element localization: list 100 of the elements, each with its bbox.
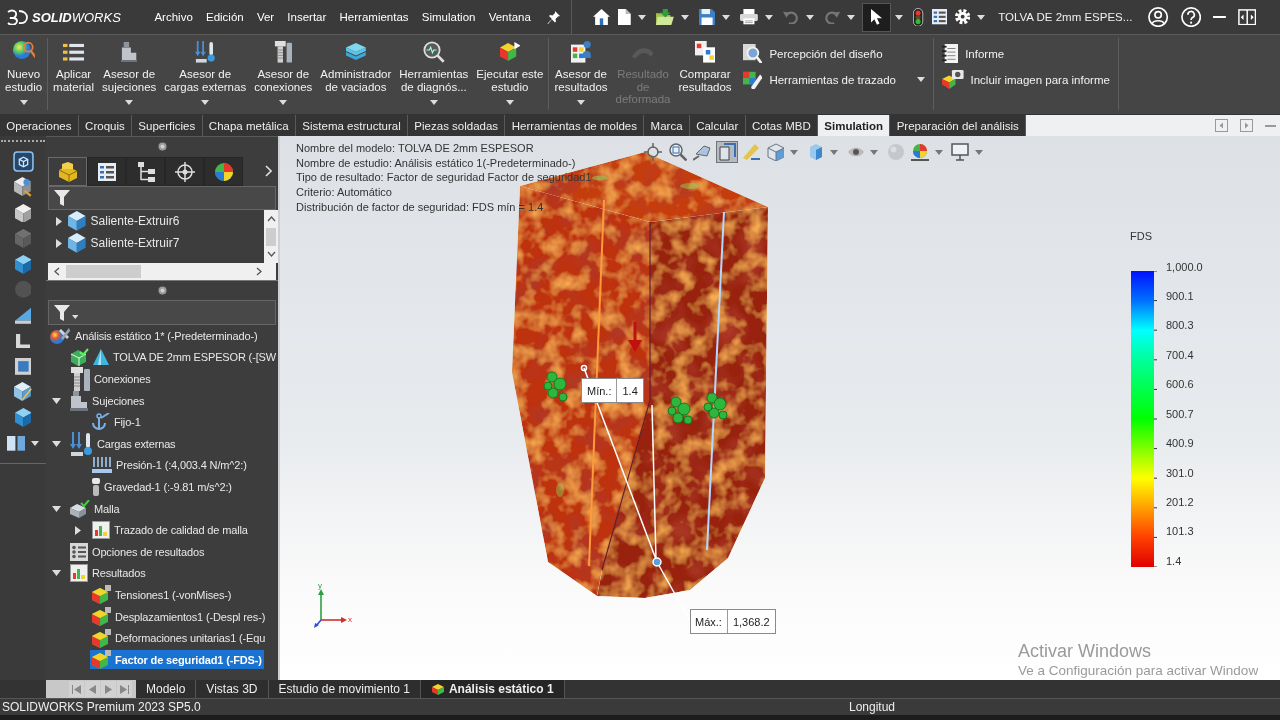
view-tool-button[interactable] [740, 141, 762, 163]
tree-item[interactable]: Fijo-1 [90, 412, 143, 432]
filter-field[interactable] [48, 186, 276, 210]
collapse-arrow-icon[interactable] [51, 440, 61, 447]
ribbon-button[interactable]: Herramientas de trazado [740, 67, 927, 92]
menu-item[interactable]: Edición [199, 5, 251, 29]
menu-item[interactable]: Herramientas [332, 5, 416, 29]
splitter-grip-icon[interactable] [157, 142, 167, 151]
tree-item[interactable]: Tensiones1 (-vonMises-) [90, 585, 234, 605]
view-tool-button[interactable] [715, 141, 738, 163]
document-tab[interactable]: Modelo [136, 680, 197, 698]
collapse-arrow-icon[interactable] [51, 505, 61, 512]
caret-icon[interactable] [638, 14, 647, 20]
document-tab[interactable]: Análisis estático 1 [420, 680, 565, 698]
tree-item[interactable]: Cargas externas [68, 434, 178, 454]
tree-item[interactable]: Sujeciones [68, 391, 147, 411]
tree-item[interactable]: TOLVA DE 2mm ESPESOR (-[SW [68, 347, 278, 367]
horizontal-scrollbar[interactable] [48, 263, 276, 280]
command-tab[interactable]: Preparación del análisis [890, 115, 1027, 136]
caret-icon[interactable] [681, 14, 690, 20]
view-tool-button[interactable] [949, 141, 971, 163]
caret-icon[interactable] [31, 440, 40, 446]
caret-icon[interactable] [765, 14, 774, 20]
command-tab[interactable]: Superficies [132, 115, 203, 136]
view-tool-button[interactable] [764, 141, 787, 163]
panel-tab[interactable] [126, 157, 165, 186]
scroll-left-icon[interactable] [54, 267, 60, 276]
caret-icon[interactable] [125, 100, 134, 105]
splitter-grip-icon[interactable] [157, 286, 167, 295]
expand-arrow-icon[interactable] [56, 216, 62, 226]
command-tab[interactable]: Piezas soldadas [408, 115, 506, 136]
filter-field[interactable] [48, 300, 276, 325]
ribbon-button[interactable]: Informe [939, 41, 1112, 66]
scroll-right-icon[interactable] [256, 267, 262, 276]
view-tool-button[interactable] [642, 141, 664, 163]
ribbon-button[interactable]: Percepción del diseño [740, 41, 927, 66]
caret-icon[interactable] [201, 100, 210, 105]
caret-icon[interactable] [916, 77, 925, 82]
command-tab[interactable]: Calcular [689, 115, 746, 136]
command-tab[interactable]: Croquis [78, 115, 133, 136]
caret-icon[interactable] [977, 14, 986, 20]
command-tab[interactable]: Cotas MBD [745, 115, 818, 136]
tree-item[interactable]: Trazado de calidad de malla [90, 520, 250, 540]
expand-arrow-icon[interactable] [56, 238, 62, 248]
command-tab[interactable]: Herramientas de moldes [505, 115, 645, 136]
expand-arrow-icon[interactable] [75, 525, 81, 535]
ribbon-button[interactable]: Administrador de vaciados [317, 38, 395, 111]
tree-item[interactable]: Saliente-Extruir7 [66, 233, 182, 253]
menu-item[interactable]: Archivo [147, 5, 200, 29]
menu-item[interactable]: Ver [250, 5, 281, 29]
scroll-down-icon[interactable] [266, 251, 276, 257]
document-tab[interactable]: Vistas 3D [196, 680, 269, 698]
tree-item[interactable]: Deformaciones unitarias1 (-Equ [90, 628, 268, 648]
ribbon-button[interactable]: Incluir imagen para informe [939, 67, 1112, 92]
ribbon-button[interactable]: Asesor de conexiones [251, 38, 316, 111]
panel-tab[interactable] [48, 157, 87, 186]
caret-icon[interactable] [19, 100, 28, 105]
vertical-scrollbar[interactable] [264, 210, 278, 263]
ribbon-button[interactable]: Asesor de cargas externas [161, 38, 250, 111]
account-button[interactable] [1148, 6, 1169, 28]
tree-item[interactable]: Desplazamientos1 (-Despl res-) [90, 607, 268, 626]
tree-item[interactable]: Opciones de resultados [68, 542, 207, 562]
collapse-arrow-icon[interactable] [51, 570, 61, 577]
tree-item[interactable]: Presión-1 (:4,003.4 N/m^2:) [90, 455, 249, 475]
command-tab[interactable]: Operaciones [0, 115, 79, 136]
caret-icon[interactable] [279, 100, 288, 105]
tree-item[interactable]: Saliente-Extruir6 [66, 211, 182, 231]
caret-icon[interactable] [722, 14, 731, 20]
panel-tab[interactable] [204, 157, 243, 186]
command-tab[interactable]: Simulation [818, 115, 891, 136]
ribbon-button[interactable]: Asesor de sujeciones [99, 38, 160, 111]
caret-icon[interactable] [577, 100, 585, 105]
caret-icon[interactable] [895, 14, 904, 20]
menu-item[interactable]: Insertar [280, 5, 333, 29]
tree-item[interactable]: Gravedad-1 (:-9.81 m/s^2:) [90, 477, 234, 497]
tree-item[interactable]: Conexiones [68, 369, 153, 389]
ribbon-button[interactable]: Asesor de resultados [551, 38, 611, 111]
ribbon-button[interactable]: Comparar resultados [675, 38, 735, 111]
view-tool-button[interactable] [666, 141, 689, 163]
caret-icon[interactable] [505, 100, 514, 105]
select-button[interactable] [862, 2, 892, 32]
restore-button[interactable] [1237, 8, 1257, 26]
command-tab[interactable]: Sistema estructural [296, 115, 409, 136]
ribbon-button[interactable]: Ejecutar este estudio [473, 38, 547, 111]
ribbon-button[interactable]: Aplicar material [50, 38, 97, 111]
menu-item[interactable]: Simulation [415, 5, 483, 29]
panel-tab[interactable] [165, 157, 204, 186]
view-tool-button[interactable] [909, 141, 931, 163]
chevron-right-icon[interactable] [265, 165, 272, 177]
help-button[interactable] [1180, 6, 1201, 28]
ribbon-button[interactable]: Nuevo estudio [2, 38, 46, 111]
tree-item[interactable]: Resultados [68, 563, 148, 583]
command-tab[interactable]: Marca [644, 115, 690, 136]
tree-item[interactable]: Malla [68, 499, 122, 519]
scroll-up-icon[interactable] [266, 216, 276, 222]
collapse-arrow-icon[interactable] [51, 397, 61, 404]
tree-item[interactable]: Factor de seguridad1 (-FDS-) [90, 650, 264, 670]
caret-icon[interactable] [72, 314, 79, 319]
panel-tab[interactable] [87, 157, 126, 186]
tree-item[interactable]: Análisis estático 1* (-Predeterminado-) [48, 326, 260, 346]
